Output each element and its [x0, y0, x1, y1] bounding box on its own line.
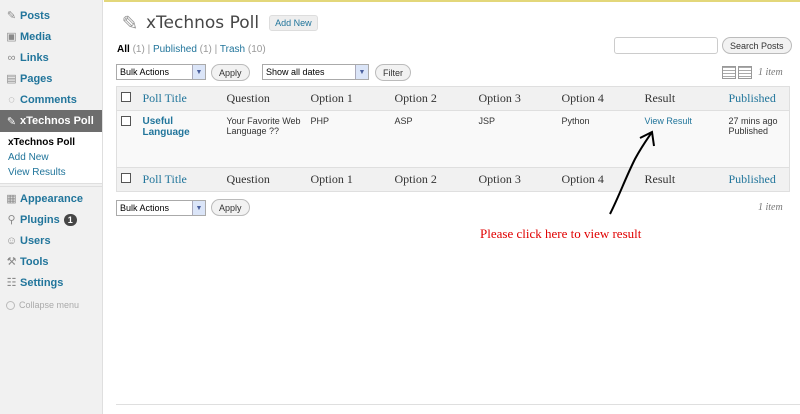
- plugins-icon: ⚲: [7, 214, 16, 226]
- chevron-down-icon: ▼: [192, 65, 205, 79]
- sidebar-item-tools[interactable]: ⚒ Tools: [0, 251, 102, 272]
- page-header: ✎ xTechnos Poll Add New: [117, 10, 318, 36]
- list-view-icon[interactable]: [722, 66, 736, 79]
- links-icon: ∞: [7, 51, 16, 64]
- media-icon: ▣: [6, 31, 17, 43]
- excerpt-view-icon[interactable]: [738, 66, 752, 79]
- collapse-menu-button[interactable]: Collapse menu: [6, 300, 79, 310]
- table-footer-row: Poll Title Question Option 1 Option 2 Op…: [116, 167, 790, 192]
- chevron-down-icon: ▼: [355, 65, 368, 79]
- pin-icon: ✎: [121, 12, 139, 35]
- apply-button-top[interactable]: Apply: [211, 64, 250, 81]
- filter-trash-count: (10): [247, 44, 266, 55]
- option-2-cell: ASP: [390, 110, 475, 168]
- col-result: Result: [640, 86, 725, 111]
- table-row: Useful Language Your Favorite Web Langua…: [116, 110, 790, 168]
- item-count-bottom: 1 item: [758, 202, 783, 213]
- col-option-4: Option 4: [557, 86, 641, 111]
- published-time: 27 mins ago: [728, 116, 778, 126]
- item-count-top: 1 item: [758, 67, 783, 78]
- sidebar-separator: [0, 186, 102, 187]
- view-switch: [722, 66, 752, 79]
- option-3-cell: JSP: [474, 110, 558, 168]
- sidebar-item-pages[interactable]: ▤ Pages: [0, 68, 102, 89]
- page-title: xTechnos Poll: [146, 13, 260, 33]
- select-all-checkbox[interactable]: [121, 92, 131, 102]
- filter-all[interactable]: All: [117, 44, 130, 55]
- col-option-1: Option 1: [306, 86, 391, 111]
- admin-sidebar: ✎ Posts ▣ Media ∞ Links ▤ Pages ◌ Comments ✎ x…: [0, 0, 103, 414]
- col-option-1-footer: Option 1: [306, 167, 391, 192]
- option-1-cell: PHP: [306, 110, 391, 168]
- poll-title-link[interactable]: Useful Language: [143, 116, 190, 138]
- search-box: Search Posts: [614, 37, 792, 54]
- question-cell: Your Favorite Web Language ??: [222, 110, 307, 168]
- col-option-3: Option 3: [474, 86, 558, 111]
- poll-submenu: xTechnos Poll Add New View Results: [0, 132, 102, 184]
- select-all-checkbox-bottom[interactable]: [121, 173, 131, 183]
- col-option-2-footer: Option 2: [390, 167, 475, 192]
- comments-icon: ◌: [8, 93, 15, 106]
- col-published-footer[interactable]: Published: [724, 167, 790, 192]
- annotation-text: Please click here to view result: [480, 226, 642, 241]
- users-icon: ☺: [5, 234, 18, 247]
- bulk-actions-select-bottom[interactable]: Bulk Actions ▼: [116, 200, 206, 216]
- update-count-badge: 1: [63, 213, 77, 226]
- bulk-actions-select-top[interactable]: Bulk Actions ▼: [116, 64, 206, 80]
- collapse-icon: [6, 300, 15, 310]
- top-border: [104, 0, 800, 2]
- col-question: Question: [222, 86, 307, 111]
- col-poll-title-footer[interactable]: Poll Title: [138, 167, 223, 192]
- sidebar-item-xtechnos-poll[interactable]: ✎ xTechnos Poll: [0, 110, 102, 132]
- appearance-icon: ▦: [6, 193, 17, 205]
- table-header-row: Poll Title Question Option 1 Option 2 Op…: [116, 86, 790, 111]
- sidebar-item-posts[interactable]: ✎ Posts: [0, 5, 102, 26]
- col-question-footer: Question: [222, 167, 307, 192]
- filter-published[interactable]: Published: [153, 44, 197, 55]
- col-poll-title[interactable]: Poll Title: [138, 86, 223, 111]
- sidebar-item-links[interactable]: ∞ Links: [0, 47, 102, 68]
- filter-trash[interactable]: Trash: [220, 44, 245, 55]
- search-posts-button[interactable]: Search Posts: [722, 37, 792, 54]
- add-new-button[interactable]: Add New: [269, 15, 318, 31]
- status-filters: All (1) | Published (1) | Trash (10): [117, 44, 266, 55]
- chevron-down-icon: ▼: [192, 201, 205, 215]
- annotation-arrow: [609, 130, 655, 215]
- pin-icon: ✎: [6, 10, 17, 22]
- col-option-2: Option 2: [390, 86, 475, 111]
- arrow-shaft: [609, 131, 653, 215]
- filter-button[interactable]: Filter: [375, 64, 411, 81]
- sidebar-item-users[interactable]: ☺ Users: [0, 230, 102, 251]
- published-status: Published: [728, 126, 769, 136]
- sidebar-item-comments[interactable]: ◌ Comments: [0, 89, 102, 110]
- sidebar-item-appearance[interactable]: ▦ Appearance: [0, 188, 102, 209]
- submenu-item-add-new[interactable]: Add New: [0, 150, 102, 165]
- tools-icon: ⚒: [6, 256, 17, 268]
- settings-icon: ☷: [6, 277, 17, 289]
- filter-published-count: (1): [199, 44, 212, 55]
- submenu-item-xtechnos-poll[interactable]: xTechnos Poll: [0, 135, 102, 150]
- col-published[interactable]: Published: [724, 86, 790, 111]
- date-filter-select[interactable]: Show all dates ▼: [262, 64, 369, 80]
- filter-all-count: (1): [132, 44, 145, 55]
- sidebar-item-plugins[interactable]: ⚲ Plugins 1: [0, 209, 102, 230]
- polls-table: Poll Title Question Option 1 Option 2 Op…: [116, 86, 790, 192]
- pages-icon: ▤: [6, 73, 17, 85]
- sidebar-item-media[interactable]: ▣ Media: [0, 26, 102, 47]
- search-input[interactable]: [614, 37, 718, 54]
- footer-divider: [116, 404, 800, 405]
- sidebar-item-settings[interactable]: ☷ Settings: [0, 272, 102, 293]
- col-option-3-footer: Option 3: [474, 167, 558, 192]
- row-checkbox[interactable]: [121, 116, 131, 126]
- submenu-item-view-results[interactable]: View Results: [0, 165, 102, 180]
- pin-icon: ✎: [6, 115, 17, 128]
- apply-button-bottom[interactable]: Apply: [211, 199, 250, 216]
